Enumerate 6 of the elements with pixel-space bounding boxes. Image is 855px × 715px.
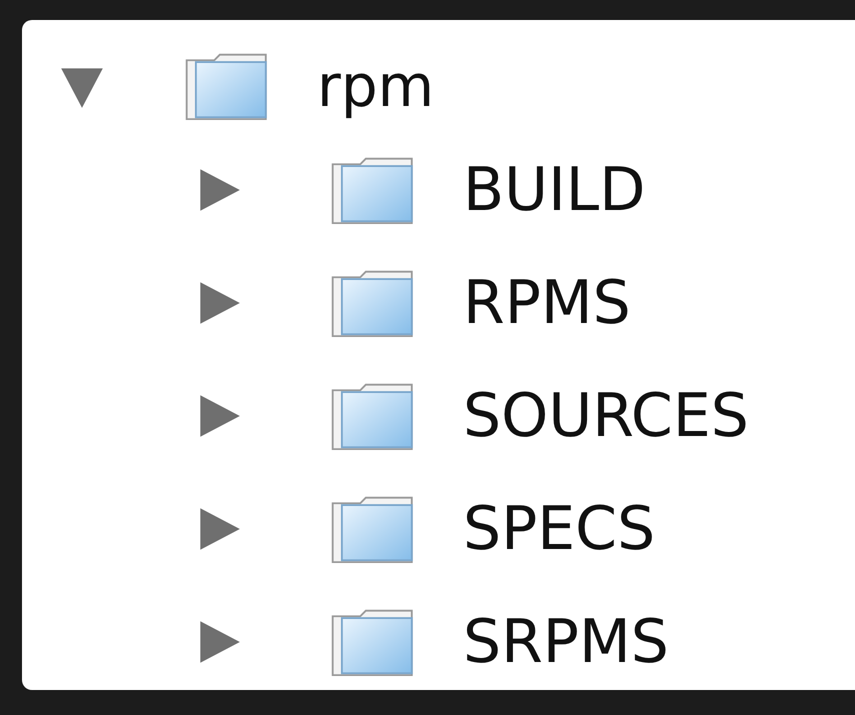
folder-label[interactable]: RPMS — [463, 268, 631, 338]
folder-label[interactable]: SRPMS — [463, 606, 669, 676]
folder-label[interactable]: BUILD — [463, 154, 646, 224]
folder-label[interactable]: SOURCES — [463, 380, 749, 450]
folder-label[interactable]: rpm — [317, 52, 434, 120]
folder-label[interactable]: SPECS — [463, 494, 656, 564]
